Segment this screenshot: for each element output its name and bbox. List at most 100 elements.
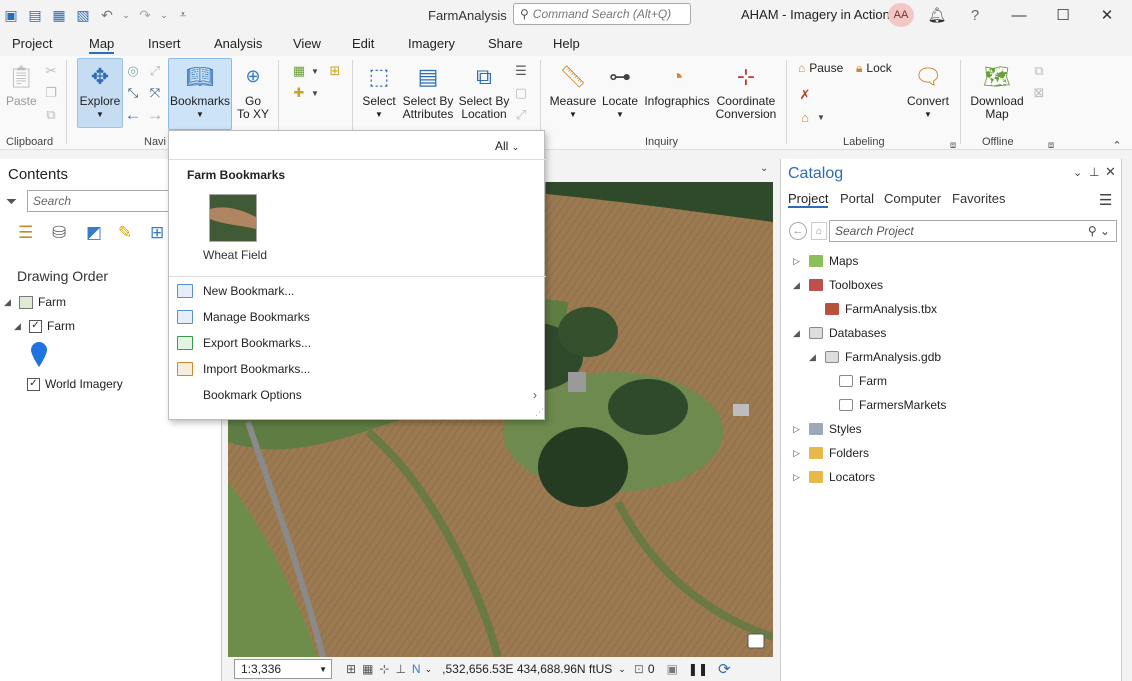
chevron-down-icon[interactable]: ▼ bbox=[306, 84, 324, 102]
constraints-icon[interactable]: ⊥ bbox=[395, 662, 405, 676]
tab-analysis[interactable]: Analysis bbox=[214, 36, 262, 51]
redo-icon[interactable]: ↷ bbox=[136, 6, 154, 24]
cut-icon[interactable]: ✂ bbox=[42, 62, 60, 80]
fixed-zoom-in-icon[interactable]: ⤡ bbox=[124, 84, 142, 102]
new-project-icon[interactable]: ▣ bbox=[2, 6, 20, 24]
catalog-item-styles[interactable]: ▷ Styles bbox=[793, 422, 862, 436]
layer-visibility-checkbox[interactable]: ✓ bbox=[27, 377, 40, 391]
catalog-search-input[interactable]: Search Project ⚲ ⌄ bbox=[829, 220, 1117, 242]
copy-icon[interactable]: ❐ bbox=[42, 84, 60, 102]
tab-catalog-portal[interactable]: Portal bbox=[840, 191, 874, 206]
tab-catalog-computer[interactable]: Computer bbox=[884, 191, 941, 206]
select-button[interactable]: ⬚ Select ▼ bbox=[362, 60, 396, 121]
tab-view[interactable]: View bbox=[293, 36, 321, 51]
expand-triangle-icon[interactable]: ▷ bbox=[793, 424, 803, 435]
clear-selection-icon[interactable]: ▢ bbox=[512, 84, 530, 102]
go-to-xy-button[interactable]: ⊕ Go To XY bbox=[236, 60, 270, 121]
zoom-to-selected-icon[interactable]: ⤢ bbox=[512, 106, 530, 124]
hamburger-menu-icon[interactable]: ☰ bbox=[1099, 191, 1112, 209]
previous-extent-icon[interactable]: ← bbox=[124, 105, 142, 124]
locate-button[interactable]: ⊶ Locate ▼ bbox=[600, 60, 640, 121]
snapping-icon[interactable]: ⊹ bbox=[379, 662, 389, 676]
paste-button[interactable]: 📋︎ Paste bbox=[6, 60, 37, 108]
catalog-item-folders[interactable]: ▷ Folders bbox=[793, 446, 869, 460]
table-icon[interactable]: ▦ bbox=[362, 662, 373, 676]
measure-button[interactable]: 📏︎ Measure ▼ bbox=[550, 60, 597, 121]
chevron-down-icon[interactable]: ▼ bbox=[306, 62, 324, 80]
list-by-selection-icon[interactable]: ◩ bbox=[86, 223, 102, 243]
tab-imagery[interactable]: Imagery bbox=[408, 36, 455, 51]
search-icon[interactable]: ⚲ ⌄ bbox=[1088, 224, 1110, 238]
convert-button[interactable]: 🗨︎ Convert ▼ bbox=[904, 60, 952, 121]
redo-dropdown-icon[interactable]: ⌄ bbox=[160, 6, 168, 24]
lock-labels-button[interactable]: 🔒︎ Lock bbox=[856, 62, 892, 75]
undo-dropdown-icon[interactable]: ⌄ bbox=[122, 6, 130, 24]
expand-triangle-icon[interactable]: ◢ bbox=[4, 297, 14, 308]
maximize-button[interactable]: ☐ bbox=[1052, 4, 1074, 26]
download-map-button[interactable]: 🗺︎ Download Map bbox=[966, 60, 1028, 121]
refresh-icon[interactable]: ⟳ bbox=[718, 660, 731, 678]
catalog-item-maps[interactable]: ▷ Maps bbox=[793, 254, 858, 268]
tab-help[interactable]: Help bbox=[553, 36, 580, 51]
catalog-item-databases[interactable]: ◢ Databases bbox=[793, 326, 886, 340]
import-bookmarks-menu-item[interactable]: Import Bookmarks... bbox=[177, 362, 310, 376]
layer-visibility-checkbox[interactable]: ✓ bbox=[29, 319, 42, 333]
chevron-down-icon[interactable]: ⌄ bbox=[425, 664, 433, 675]
catalog-item-gdb[interactable]: ◢ FarmAnalysis.gdb bbox=[809, 350, 941, 364]
catalog-item-toolbox[interactable]: FarmAnalysis.tbx bbox=[825, 302, 937, 316]
pause-drawing-icon[interactable]: ❚❚ bbox=[688, 662, 708, 676]
map-node-farm[interactable]: ◢ Farm bbox=[4, 295, 66, 309]
select-by-location-button[interactable]: ⧉ Select By Location bbox=[457, 60, 511, 121]
remove-offline-icon[interactable]: ⊠ bbox=[1030, 84, 1048, 102]
catalog-item-toolboxes[interactable]: ◢ Toolboxes bbox=[793, 278, 883, 292]
dialog-launcher-icon[interactable]: ⧈ bbox=[1042, 136, 1060, 154]
tab-edit[interactable]: Edit bbox=[352, 36, 374, 51]
tab-share[interactable]: Share bbox=[488, 36, 523, 51]
avatar[interactable]: AA bbox=[888, 3, 914, 27]
pause-labels-button[interactable]: ⌂ Pause bbox=[798, 62, 843, 75]
full-extent-icon[interactable]: ◎ bbox=[124, 62, 142, 80]
copy-path-icon[interactable]: ⧉ bbox=[42, 106, 60, 124]
select-by-attributes-button[interactable]: ▤ Select By Attributes bbox=[400, 60, 456, 121]
chevron-down-icon[interactable]: ⌄ bbox=[618, 664, 626, 675]
manage-bookmarks-menu-item[interactable]: Manage Bookmarks bbox=[177, 310, 310, 324]
undo-icon[interactable]: ↶ bbox=[98, 6, 116, 24]
save-icon[interactable]: ▦ bbox=[50, 6, 68, 24]
attributes-table-icon[interactable]: ☰ bbox=[512, 62, 530, 80]
chevron-down-icon[interactable]: ▼ bbox=[812, 108, 830, 126]
unplaced-labels-icon[interactable]: ✗ bbox=[796, 86, 814, 104]
new-bookmark-menu-item[interactable]: New Bookmark... bbox=[177, 284, 294, 298]
bookmark-filter-dropdown[interactable]: All ⌄ bbox=[495, 139, 519, 153]
tab-catalog-project[interactable]: Project bbox=[788, 191, 829, 208]
scale-dropdown[interactable]: 1:3,336 ▼ bbox=[234, 659, 332, 679]
command-search-input[interactable]: ⚲ Command Search (Alt+Q) bbox=[513, 3, 691, 25]
list-by-editing-icon[interactable]: ✎ bbox=[118, 223, 132, 243]
pin-icon[interactable]: ⊥ bbox=[1089, 165, 1099, 179]
expand-triangle-icon[interactable]: ▷ bbox=[793, 256, 803, 267]
list-by-data-source-icon[interactable]: ⛁ bbox=[52, 223, 66, 243]
minimize-button[interactable]: — bbox=[1008, 4, 1030, 26]
expand-triangle-icon[interactable]: ▷ bbox=[793, 448, 803, 459]
north-arrow-icon[interactable]: N bbox=[412, 662, 421, 676]
chevron-down-icon[interactable]: ⌄ bbox=[760, 163, 768, 174]
expand-triangle-icon[interactable]: ▷ bbox=[793, 472, 803, 483]
filter-icon[interactable]: ⏷ bbox=[6, 193, 17, 210]
grid-icon[interactable]: ⊞ bbox=[346, 662, 356, 676]
active-portal-label[interactable]: AHAM - Imagery in Action bbox=[741, 7, 890, 22]
fixed-zoom-out-icon[interactable]: ⤧ bbox=[146, 84, 164, 102]
catalog-item-farm-fc[interactable]: Farm bbox=[839, 374, 887, 388]
back-arrow-icon[interactable]: ← bbox=[789, 222, 807, 240]
sync-icon[interactable]: ⧉ bbox=[1030, 62, 1048, 80]
export-bookmarks-menu-item[interactable]: Export Bookmarks... bbox=[177, 336, 311, 350]
bookmarks-tool[interactable]: 📖︎ Bookmarks ▼ bbox=[169, 60, 231, 121]
tab-map[interactable]: Map bbox=[89, 36, 115, 54]
bookmark-options-menu-item[interactable]: Bookmark Options › bbox=[177, 388, 537, 402]
collapse-triangle-icon[interactable]: ◢ bbox=[793, 328, 803, 339]
open-folder-icon[interactable]: ▤ bbox=[26, 6, 44, 24]
close-window-button[interactable]: ✕ bbox=[1096, 4, 1118, 26]
resize-grip-icon[interactable]: ⋰ bbox=[535, 407, 544, 418]
zoom-to-selection-icon[interactable]: ⤢ bbox=[146, 62, 164, 80]
customize-qat-icon[interactable]: ⩡ bbox=[174, 6, 192, 24]
save-as-icon[interactable]: ▧ bbox=[74, 6, 92, 24]
close-icon[interactable]: ✕ bbox=[1105, 164, 1116, 180]
